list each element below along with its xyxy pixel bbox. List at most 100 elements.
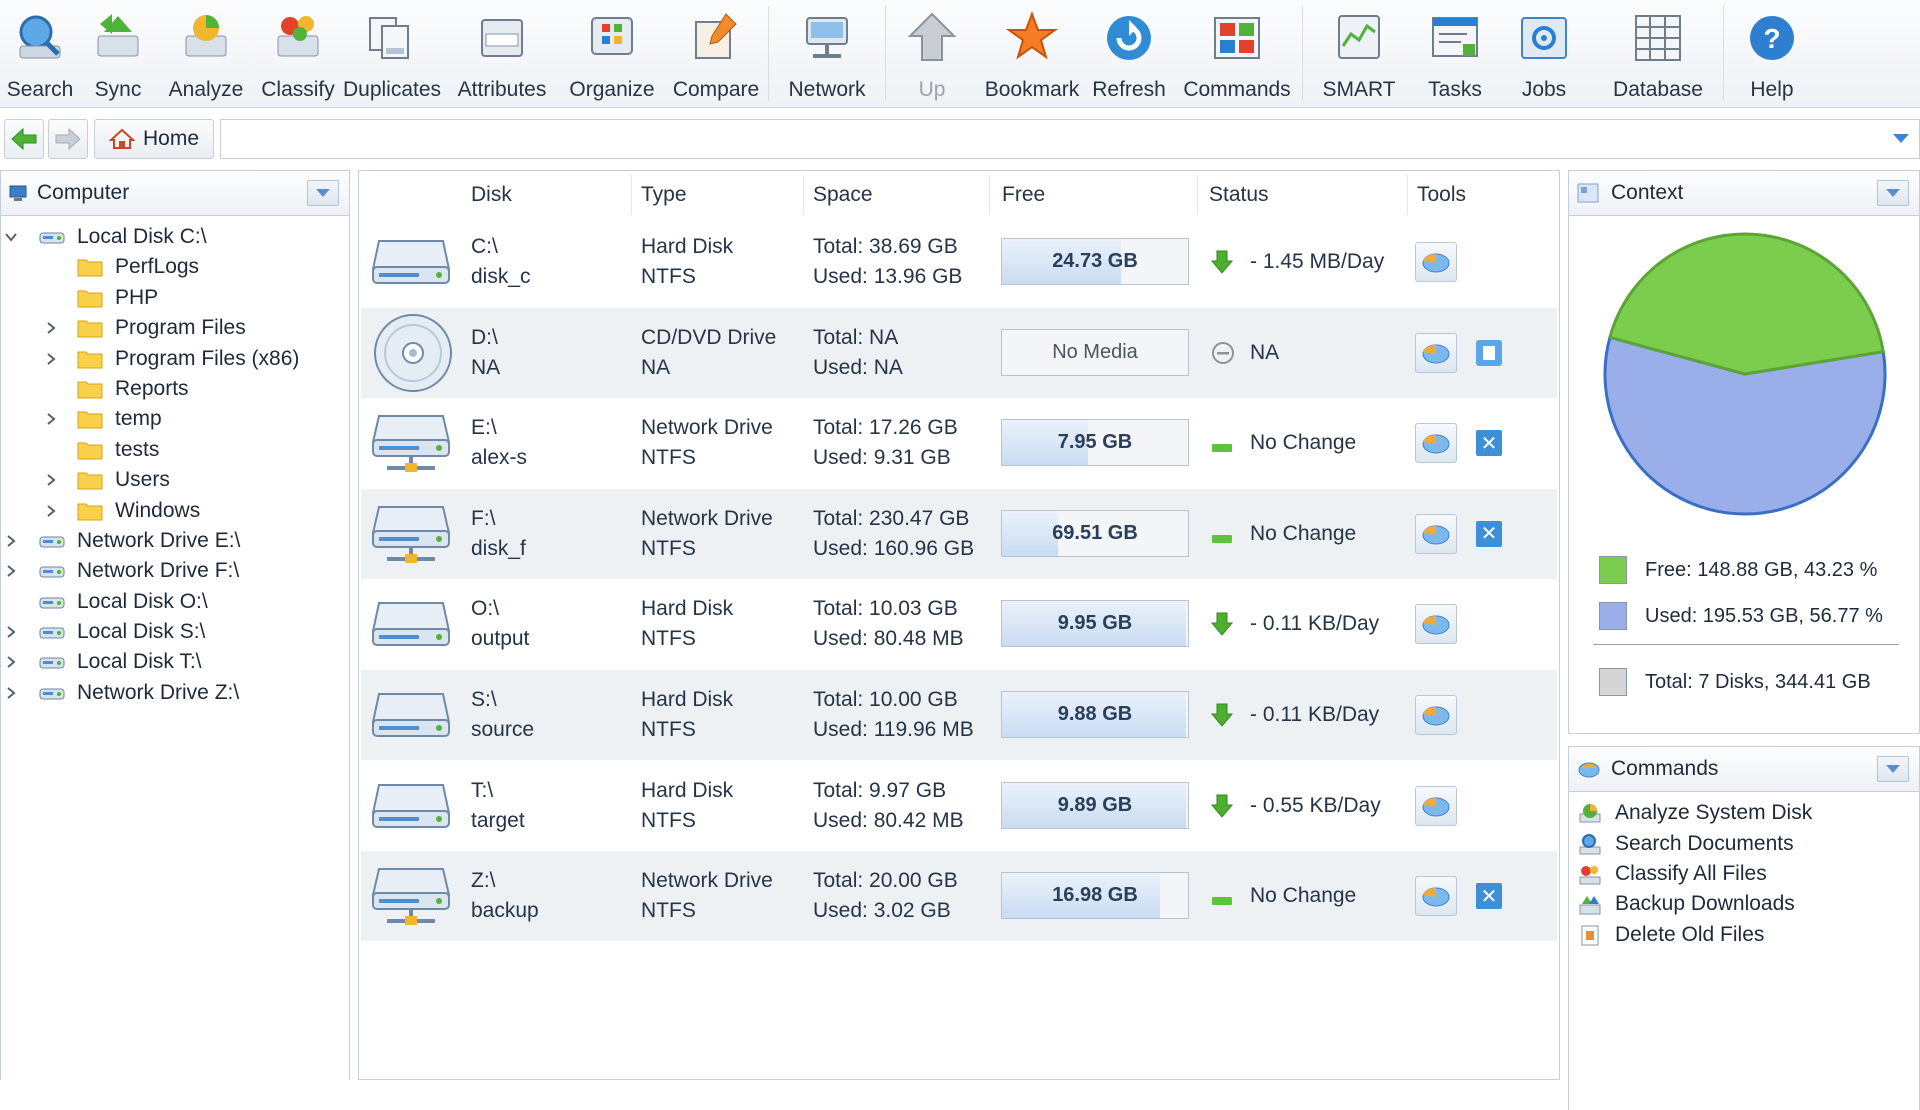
toolbar-smart-button[interactable]: SMART <box>1303 0 1415 107</box>
tree-item[interactable]: Local Disk T:\ <box>1 647 349 677</box>
disk-row[interactable]: E:\ alex-s Network Drive NTFS Total: 17.26 G… <box>361 398 1557 488</box>
tree-item[interactable]: Local Disk C:\ <box>1 222 349 252</box>
commands-panel-collapse-button[interactable] <box>1877 756 1909 782</box>
column-divider[interactable] <box>803 175 804 215</box>
toolbar-analyze-button[interactable]: Analyze <box>156 0 256 107</box>
tree-item[interactable]: Users <box>1 465 349 495</box>
disk-row[interactable]: C:\ disk_c Hard Disk NTFS Total: 38.69 GB Use… <box>361 217 1557 307</box>
disk-row[interactable]: O:\ output Hard Disk NTFS Total: 10.03 GB Use… <box>361 579 1557 669</box>
disk-row[interactable]: F:\ disk_f Network Drive NTFS Total: 230.47 … <box>361 488 1557 579</box>
disk-filesystem: NTFS <box>641 265 696 288</box>
chevron-right-icon[interactable] <box>3 533 19 549</box>
command-item[interactable]: Classify All Files <box>1569 859 1919 889</box>
forward-button[interactable] <box>48 119 88 159</box>
toolbar-classify-button[interactable]: Classify <box>256 0 340 107</box>
chevron-right-icon[interactable] <box>43 503 59 519</box>
tree-item[interactable]: Local Disk S:\ <box>1 617 349 647</box>
toolbar-organize-button[interactable]: Organize <box>560 0 664 107</box>
up-arrow-icon <box>904 10 960 66</box>
disk-tools-button[interactable] <box>1415 695 1457 735</box>
toolbar-bookmark-button[interactable]: Bookmark <box>978 0 1086 107</box>
disk-row[interactable]: T:\ target Hard Disk NTFS Total: 9.97 GB Used… <box>361 761 1557 851</box>
disk-tools-button[interactable] <box>1415 513 1457 554</box>
chevron-right-icon[interactable] <box>3 563 19 579</box>
disk-status-text: - 0.11 KB/Day <box>1250 703 1380 726</box>
toolbar-attributes-button[interactable]: Attributes <box>444 0 560 107</box>
toolbar-tasks-button[interactable]: Tasks <box>1415 0 1495 107</box>
tree-item[interactable]: Local Disk O:\ <box>1 587 349 617</box>
toolbar-refresh-button[interactable]: Refresh <box>1086 0 1172 107</box>
tree-item[interactable]: Windows <box>1 496 349 526</box>
command-item[interactable]: Backup Downloads <box>1569 889 1919 919</box>
column-header-free[interactable]: Free <box>1002 183 1045 207</box>
toolbar-commands-button[interactable]: Commands <box>1172 0 1302 107</box>
chevron-right-icon[interactable] <box>3 624 19 640</box>
tree-item[interactable]: PerfLogs <box>1 252 349 282</box>
tree-item[interactable]: Network Drive E:\ <box>1 526 349 556</box>
forward-arrow-icon <box>55 128 81 150</box>
disk-tools-button[interactable] <box>1415 242 1457 282</box>
disk-row[interactable]: S:\ source Hard Disk NTFS Total: 10.00 GB Use… <box>361 670 1557 760</box>
toolbar-search-button[interactable]: Search <box>0 0 80 107</box>
column-header-type[interactable]: Type <box>641 183 687 207</box>
toolbar-duplicates-button[interactable]: Duplicates <box>340 0 444 107</box>
chevron-down-icon[interactable] <box>3 229 19 245</box>
column-header-space[interactable]: Space <box>813 183 873 207</box>
chevron-right-icon[interactable] <box>3 685 19 701</box>
tree-item[interactable]: Network Drive F:\ <box>1 556 349 586</box>
chevron-right-icon[interactable] <box>3 654 19 670</box>
toolbar-jobs-button[interactable]: Jobs <box>1495 0 1593 107</box>
path-dropdown-icon[interactable] <box>1893 134 1909 143</box>
column-divider[interactable] <box>631 175 632 215</box>
command-item[interactable]: Search Documents <box>1569 828 1919 858</box>
disk-filesystem: NTFS <box>641 536 696 560</box>
network-drive-icon <box>371 861 451 937</box>
chevron-right-icon[interactable] <box>43 411 59 427</box>
tree-item[interactable]: Program Files (x86) <box>1 344 349 374</box>
disk-tools-button[interactable] <box>1415 876 1457 917</box>
context-panel-collapse-button[interactable] <box>1877 180 1909 206</box>
disk-total-space: Total: 38.69 GB <box>813 235 958 258</box>
path-input[interactable] <box>220 119 1920 159</box>
disconnect-drive-icon[interactable]: ✕ <box>1476 430 1502 457</box>
toolbar-up-button[interactable]: Up <box>886 0 978 107</box>
toolbar-database-button[interactable]: Database <box>1593 0 1723 107</box>
toolbar-compare-button[interactable]: Compare <box>664 0 768 107</box>
hard-disk-icon <box>371 589 451 661</box>
disk-tools-button[interactable] <box>1415 423 1457 464</box>
back-button[interactable] <box>4 119 44 159</box>
toolbar-button-label: Bookmark <box>984 78 1080 101</box>
tree-item[interactable]: temp <box>1 404 349 434</box>
command-item[interactable]: Analyze System Disk <box>1569 798 1919 828</box>
chevron-right-icon[interactable] <box>43 320 59 336</box>
column-divider[interactable] <box>1407 175 1408 215</box>
disk-status-text: - 1.45 MB/Day <box>1250 250 1385 273</box>
toolbar-sync-button[interactable]: Sync <box>80 0 156 107</box>
home-button[interactable]: Home <box>94 119 215 159</box>
chevron-right-icon[interactable] <box>43 472 59 488</box>
toolbar-network-button[interactable]: Network <box>769 0 885 107</box>
column-header-status[interactable]: Status <box>1209 183 1269 207</box>
command-item[interactable]: Delete Old Files <box>1569 920 1919 950</box>
disk-tools-button[interactable] <box>1415 604 1457 645</box>
column-header-disk[interactable]: Disk <box>471 183 512 207</box>
tree-item[interactable]: Network Drive Z:\ <box>1 678 349 708</box>
disk-tools-button[interactable] <box>1415 785 1457 826</box>
disk-tools-button[interactable] <box>1415 332 1457 373</box>
column-divider[interactable] <box>989 175 990 215</box>
toolbar-help-button[interactable]: ? Help <box>1724 0 1820 107</box>
computer-panel-collapse-button[interactable] <box>307 180 339 206</box>
column-header-tools[interactable]: Tools <box>1417 183 1466 207</box>
tree-item[interactable]: tests <box>1 435 349 465</box>
column-divider[interactable] <box>1197 175 1198 215</box>
disconnect-drive-icon[interactable]: ✕ <box>1476 520 1502 547</box>
disk-row[interactable]: Z:\ backup Network Drive NTFS Total: 20.00 G… <box>361 851 1557 942</box>
tree-item-label: PerfLogs <box>115 255 200 279</box>
tree-item[interactable]: Reports <box>1 374 349 404</box>
eject-media-icon[interactable] <box>1476 339 1502 366</box>
tree-item[interactable]: PHP <box>1 283 349 313</box>
tree-item[interactable]: Program Files <box>1 313 349 343</box>
disk-row[interactable]: D:\ NA CD/DVD Drive NA Total: NA Used: NA NA No… <box>361 307 1557 398</box>
disconnect-drive-icon[interactable]: ✕ <box>1476 883 1502 910</box>
chevron-right-icon[interactable] <box>43 351 59 367</box>
